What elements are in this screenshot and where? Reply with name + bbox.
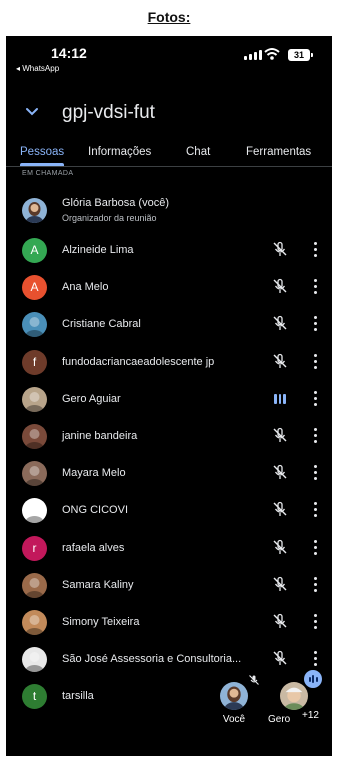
page-caption: Fotos: (147, 9, 191, 25)
mic-off-icon (272, 278, 288, 299)
phone-screen: 14:12 ◂ WhatsApp 31 gpj-vdsi-fut Pessoas… (6, 36, 332, 756)
participant-row[interactable]: janine bandeira (6, 418, 332, 455)
tab-ferramentas[interactable]: Ferramentas (246, 146, 311, 158)
mic-off-icon (272, 464, 288, 485)
section-label: EM CHAMADA (22, 170, 74, 177)
participant-row[interactable]: f fundodacriancaeadolescente jp (6, 344, 332, 381)
avatar: A (22, 275, 47, 301)
self-tile[interactable]: Você (214, 682, 254, 726)
avatar: r (22, 535, 47, 561)
more-options-icon[interactable] (312, 353, 318, 372)
mic-off-icon (272, 315, 288, 336)
tab-bar: Pessoas Informações Chat Ferramentas (6, 142, 332, 172)
mic-off-icon (272, 576, 288, 597)
participant-name: rafaela alves (62, 541, 125, 554)
participant-name: Simony Teixeira (62, 615, 140, 628)
avatar (22, 609, 47, 635)
mic-off-icon (249, 675, 259, 685)
participant-row[interactable]: Simony Teixeira (6, 604, 332, 641)
meeting-code: gpj-vdsi-fut (62, 102, 155, 123)
avatar (22, 498, 47, 524)
speaking-indicator-icon (304, 670, 322, 688)
avatar (22, 312, 47, 338)
mic-off-icon (272, 650, 288, 671)
avatar (22, 198, 47, 223)
participant-name: janine bandeira (62, 429, 138, 442)
participant-row[interactable]: Cristiane Cabral (6, 306, 332, 343)
more-participants-count[interactable]: +12 (302, 710, 319, 721)
mic-off-icon (272, 613, 288, 634)
more-options-icon[interactable] (312, 651, 318, 669)
mic-off-icon (272, 427, 288, 448)
cellular-signal-icon (244, 50, 262, 60)
chevron-down-icon[interactable] (24, 104, 40, 120)
host-role: Organizador da reunião (62, 213, 157, 223)
meeting-header: gpj-vdsi-fut (6, 96, 332, 130)
more-options-icon[interactable] (312, 613, 318, 632)
back-to-whatsapp-link[interactable]: ◂ WhatsApp (16, 64, 59, 73)
avatar (220, 682, 248, 710)
more-options-icon[interactable] (312, 465, 318, 483)
battery-icon: 31 (288, 49, 313, 61)
participant-row[interactable]: A Alzineide Lima (6, 232, 332, 269)
more-options-icon[interactable] (312, 576, 318, 595)
avatar (22, 572, 47, 598)
avatar (280, 682, 308, 710)
tab-pessoas[interactable]: Pessoas (20, 146, 64, 158)
avatar (22, 386, 47, 412)
participant-row[interactable]: Samara Kaliny (6, 567, 332, 604)
speaking-indicator-icon (274, 393, 286, 404)
self-tile-label: Você (222, 714, 246, 725)
more-options-icon[interactable] (312, 390, 318, 409)
avatar: A (22, 238, 47, 263)
status-time: 14:12 (51, 45, 87, 61)
status-bar: 14:12 ◂ WhatsApp 31 (6, 36, 332, 76)
mic-off-icon (272, 501, 288, 522)
mic-off-icon (272, 539, 288, 560)
tab-chat[interactable]: Chat (186, 146, 210, 158)
host-row[interactable]: Glória Barbosa (você) Organizador da reu… (6, 192, 332, 228)
participant-name: fundodacriancaeadolescente jp (62, 355, 215, 368)
more-options-icon[interactable] (312, 242, 318, 260)
participant-row[interactable]: A Ana Melo (6, 269, 332, 306)
participant-name: ONG CICOVI (62, 504, 129, 517)
more-options-icon[interactable] (312, 502, 318, 520)
host-name: Glória Barbosa (você) (62, 197, 169, 209)
participant-name: Mayara Melo (62, 467, 126, 480)
participant-name: São José Assessoria e Consultoria... (62, 653, 242, 666)
mic-off-icon (272, 241, 288, 262)
more-options-icon[interactable] (312, 539, 318, 558)
participant-row[interactable]: São José Assessoria e Consultoria... (6, 641, 332, 678)
participant-name: Ana Melo (62, 281, 109, 294)
avatar (22, 647, 47, 673)
tab-informacoes[interactable]: Informações (88, 146, 151, 158)
more-options-icon[interactable] (312, 316, 318, 334)
more-options-icon[interactable] (312, 427, 318, 446)
more-options-icon[interactable] (312, 279, 318, 297)
avatar: t (22, 684, 47, 710)
wifi-icon (264, 48, 280, 60)
participant-row[interactable]: ONG CICOVI (6, 492, 332, 529)
avatar: f (22, 349, 47, 375)
avatar (22, 423, 47, 449)
participant-list: A Alzineide Lima A Ana Melo Cristiane Cabral… (6, 232, 332, 715)
participant-name: Samara Kaliny (62, 578, 134, 591)
participant-name: Gero Aguiar (62, 392, 121, 405)
participant-name: Cristiane Cabral (62, 318, 141, 331)
participant-row[interactable]: Mayara Melo (6, 455, 332, 492)
participant-row[interactable]: Gero Aguiar (6, 381, 332, 418)
participant-name: tarsilla (62, 690, 94, 703)
avatar (22, 461, 47, 487)
participant-name: Alzineide Lima (62, 244, 134, 256)
tab-divider (6, 166, 332, 167)
participant-row[interactable]: r rafaela alves (6, 530, 332, 567)
mic-off-icon (272, 353, 288, 374)
